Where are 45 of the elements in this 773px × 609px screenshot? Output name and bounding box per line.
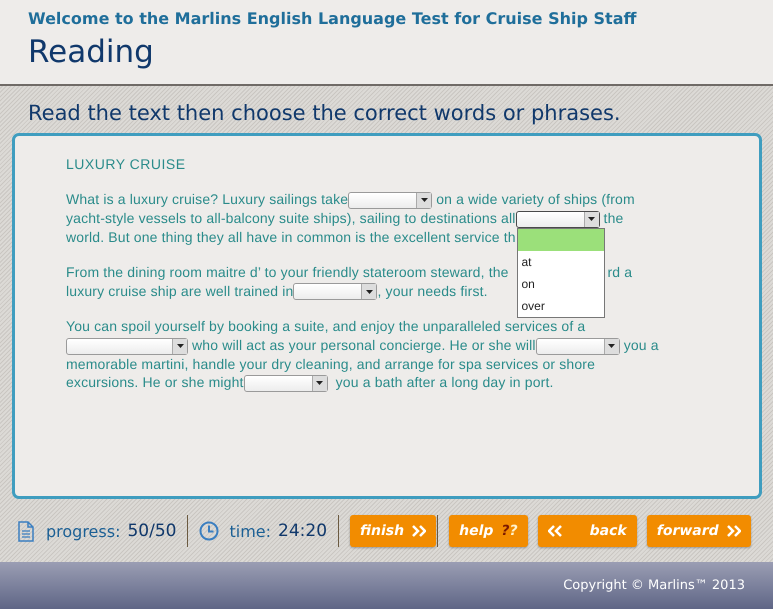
clock-icon bbox=[199, 521, 220, 541]
passage-text: You can spoil yourself by booking a suite, and enjoy the unparalleled services of a bbox=[66, 318, 586, 334]
progress-label: progress: bbox=[46, 522, 120, 540]
answer-dropdown[interactable] bbox=[293, 283, 378, 300]
passage-text: From the dining room maitre d’ to your friendly stateroom steward, the bbox=[66, 264, 509, 280]
dropdown-arrow-icon bbox=[608, 344, 616, 348]
passage-text: you a bath after a long day in port. bbox=[334, 374, 554, 390]
double-chevron-right-icon bbox=[412, 525, 426, 537]
dropdown-arrow-icon bbox=[588, 217, 595, 222]
double-chevron-right-icon bbox=[726, 525, 741, 537]
instruction-text: Read the text then choose the correct words or phrases. bbox=[28, 101, 621, 125]
dropdown-arrow-icon bbox=[176, 344, 184, 348]
document-icon bbox=[18, 520, 34, 542]
dropdown-arrow-icon bbox=[316, 381, 324, 386]
page-subtitle: Welcome to the Marlins English Language Test for Cruise Ship Staff bbox=[28, 9, 636, 28]
dropdown-option[interactable] bbox=[518, 228, 604, 251]
answer-dropdown[interactable] bbox=[66, 338, 188, 355]
passage-text: rd a bbox=[608, 264, 632, 280]
dropdown-option[interactable]: over bbox=[518, 294, 604, 317]
passage-text: What is a luxury cruise? Luxury sailings take bbox=[66, 191, 348, 207]
passage-text: luxury cruise ship are well trained in bbox=[66, 282, 294, 299]
answer-dropdown[interactable] bbox=[244, 374, 328, 392]
passage-heading: LUXURY CRUISE bbox=[66, 156, 186, 172]
passage-text: world. But one thing they all have in common is the excellent service th bbox=[66, 228, 516, 245]
passage-text: who will act as your personal concierge. He or she will bbox=[191, 336, 536, 353]
progress-value: 50/50 bbox=[127, 521, 176, 541]
page-title: Reading bbox=[28, 34, 154, 70]
passage-text: memorable martini, handle your dry cleaning, and arrange for spa services or shore bbox=[66, 356, 596, 372]
dropdown-option[interactable]: at bbox=[518, 250, 604, 273]
dropdown-arrow-icon bbox=[366, 290, 373, 294]
passage-text: excursions. He or she might bbox=[66, 374, 244, 390]
dropdown-arrow-icon bbox=[420, 198, 428, 202]
help-button[interactable]: help ?? bbox=[449, 515, 528, 547]
passage-text: , your needs first. bbox=[377, 282, 488, 299]
time-label: time: bbox=[229, 522, 272, 540]
copyright-text: Copyright © Marlins™ 2013 bbox=[563, 578, 745, 593]
passage-text: you a bbox=[622, 336, 659, 353]
time-value: 24:20 bbox=[278, 521, 328, 541]
dropdown-option[interactable]: on bbox=[518, 272, 604, 295]
passage-text: yacht-style vessels to all-balcony suite ships), sailing to destinations all bbox=[66, 210, 516, 226]
passage-text: the bbox=[602, 210, 624, 226]
double-chevron-left-icon bbox=[548, 525, 562, 537]
answer-dropdown[interactable] bbox=[536, 338, 620, 355]
passage-text: on a wide variety of ships (from bbox=[435, 191, 635, 207]
answer-dropdown[interactable] bbox=[348, 192, 432, 209]
